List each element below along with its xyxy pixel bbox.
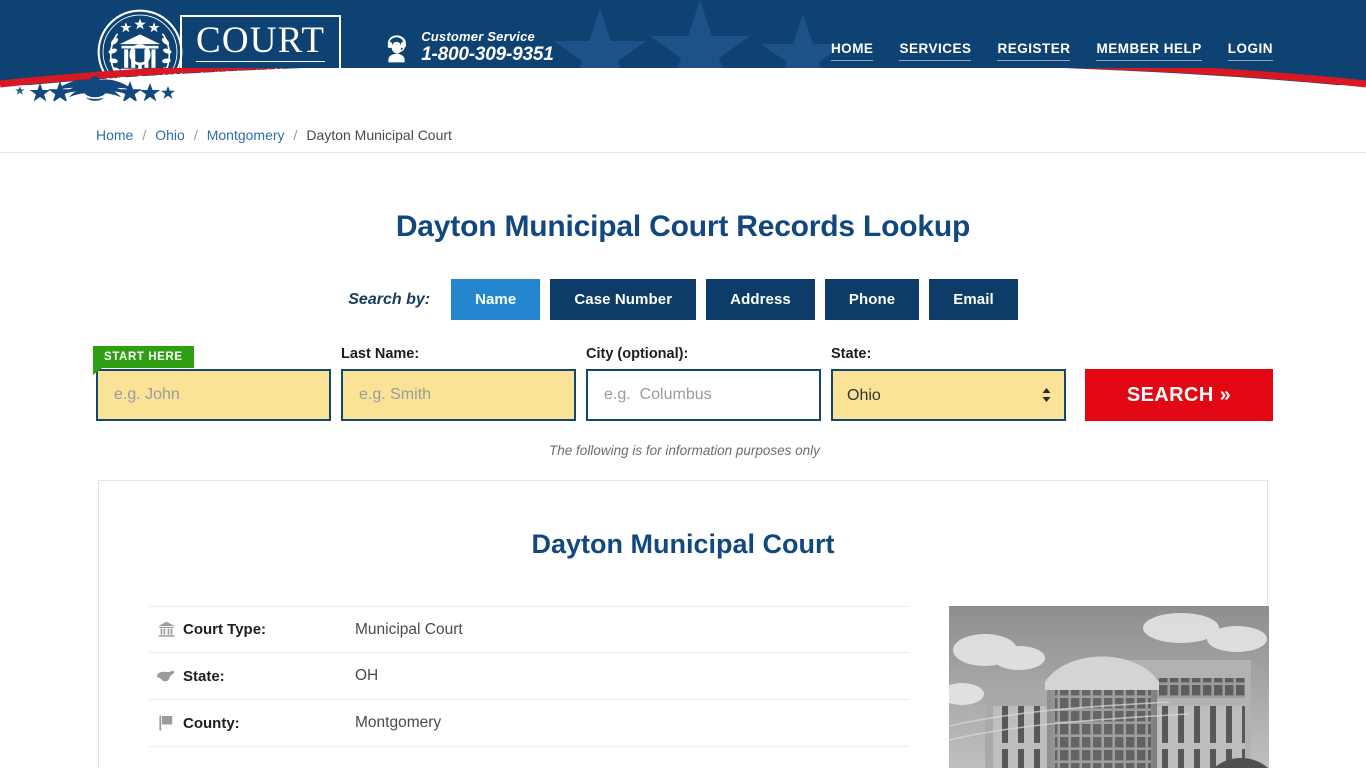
start-here-badge: START HERE [93,346,194,375]
search-form-wrapper: START HERE First Name: Last Name: City (… [93,346,1273,458]
nav-login[interactable]: LOGIN [1227,41,1273,61]
city-field-group: City (optional): [586,346,821,421]
detail-value: Municipal Court [355,620,463,638]
detail-value: Montgomery [355,714,442,731]
tab-case-number[interactable]: Case Number [550,279,697,320]
breadcrumb-separator: / [293,127,298,143]
table-row: State: OH [149,653,909,700]
main-navigation: HOME SERVICES REGISTER MEMBER HELP LOGIN [830,41,1273,61]
state-select[interactable]: Ohio [831,369,1066,421]
headset-support-icon [388,34,407,62]
detail-key: State: [183,667,225,685]
court-detail-card: Dayton Municipal Court Court Type: Munic… [98,480,1269,768]
state-label: State: [831,346,872,362]
last-name-input[interactable] [341,369,576,421]
court-search-form: First Name: Last Name: City (optional): … [96,346,1273,421]
breadcrumb-item-home[interactable]: Home [96,127,133,143]
breadcrumb-bar: Home / Ohio / Montgomery / Dayton Munici… [0,117,1366,153]
tab-email[interactable]: Email [929,279,1018,320]
breadcrumb-separator: / [193,127,198,143]
tab-phone[interactable]: Phone [824,279,920,320]
search-button[interactable]: SEARCH » [1085,369,1273,421]
court-details-table: Court Type: Municipal Court State: OH Co… [149,606,909,768]
breadcrumb-item-montgomery[interactable]: Montgomery [207,127,285,143]
breadcrumb-item-current: Dayton Municipal Court [306,127,452,143]
table-row: County: Montgomery [149,700,909,747]
city-input[interactable] [586,369,821,421]
breadcrumb: Home / Ohio / Montgomery / Dayton Munici… [93,117,1273,153]
state-field-group: State: Ohio [831,346,1066,421]
nav-services[interactable]: SERVICES [899,41,972,61]
tab-address[interactable]: Address [706,279,815,320]
tab-name[interactable]: Name [451,279,541,320]
patriotic-swoosh-banner [0,68,1366,118]
nav-home[interactable]: HOME [830,41,874,61]
court-card-body: Court Type: Municipal Court State: OH Co… [149,606,1269,768]
customer-service-block: Customer Service 1-800-309-9351 [383,29,554,66]
court-name-heading: Dayton Municipal Court [531,529,835,559]
breadcrumb-item-ohio[interactable]: Ohio [155,127,185,143]
state-select-shell: Ohio [831,369,1066,421]
detail-key: County: [183,714,240,732]
flag-icon [149,715,183,731]
bank-institution-icon [149,621,183,638]
page-title: Dayton Municipal Court Records Lookup [395,210,971,243]
first-name-input[interactable] [96,369,331,421]
breadcrumb-separator: / [142,127,147,143]
customer-service-phone[interactable]: 1-800-309-9351 [421,44,554,66]
table-row: Court Type: Municipal Court [149,606,909,653]
city-label: City (optional): [586,346,689,362]
logo-word-court: COURT [196,20,326,62]
customer-service-label: Customer Service [421,29,535,44]
last-name-label: Last Name: [341,346,420,362]
last-name-field-group: Last Name: [341,346,576,421]
detail-value: OH [355,667,379,684]
nav-member-help[interactable]: MEMBER HELP [1096,41,1202,61]
nav-register[interactable]: REGISTER [997,41,1071,61]
information-purposes-disclaimer: The following is for information purpose… [549,443,820,458]
search-by-tabs: Search by: Name Case Number Address Phon… [0,279,1366,320]
search-by-label: Search by: [348,290,431,308]
detail-key: Court Type: [183,621,267,638]
court-building-photo [949,606,1269,768]
usa-map-icon [149,670,183,683]
